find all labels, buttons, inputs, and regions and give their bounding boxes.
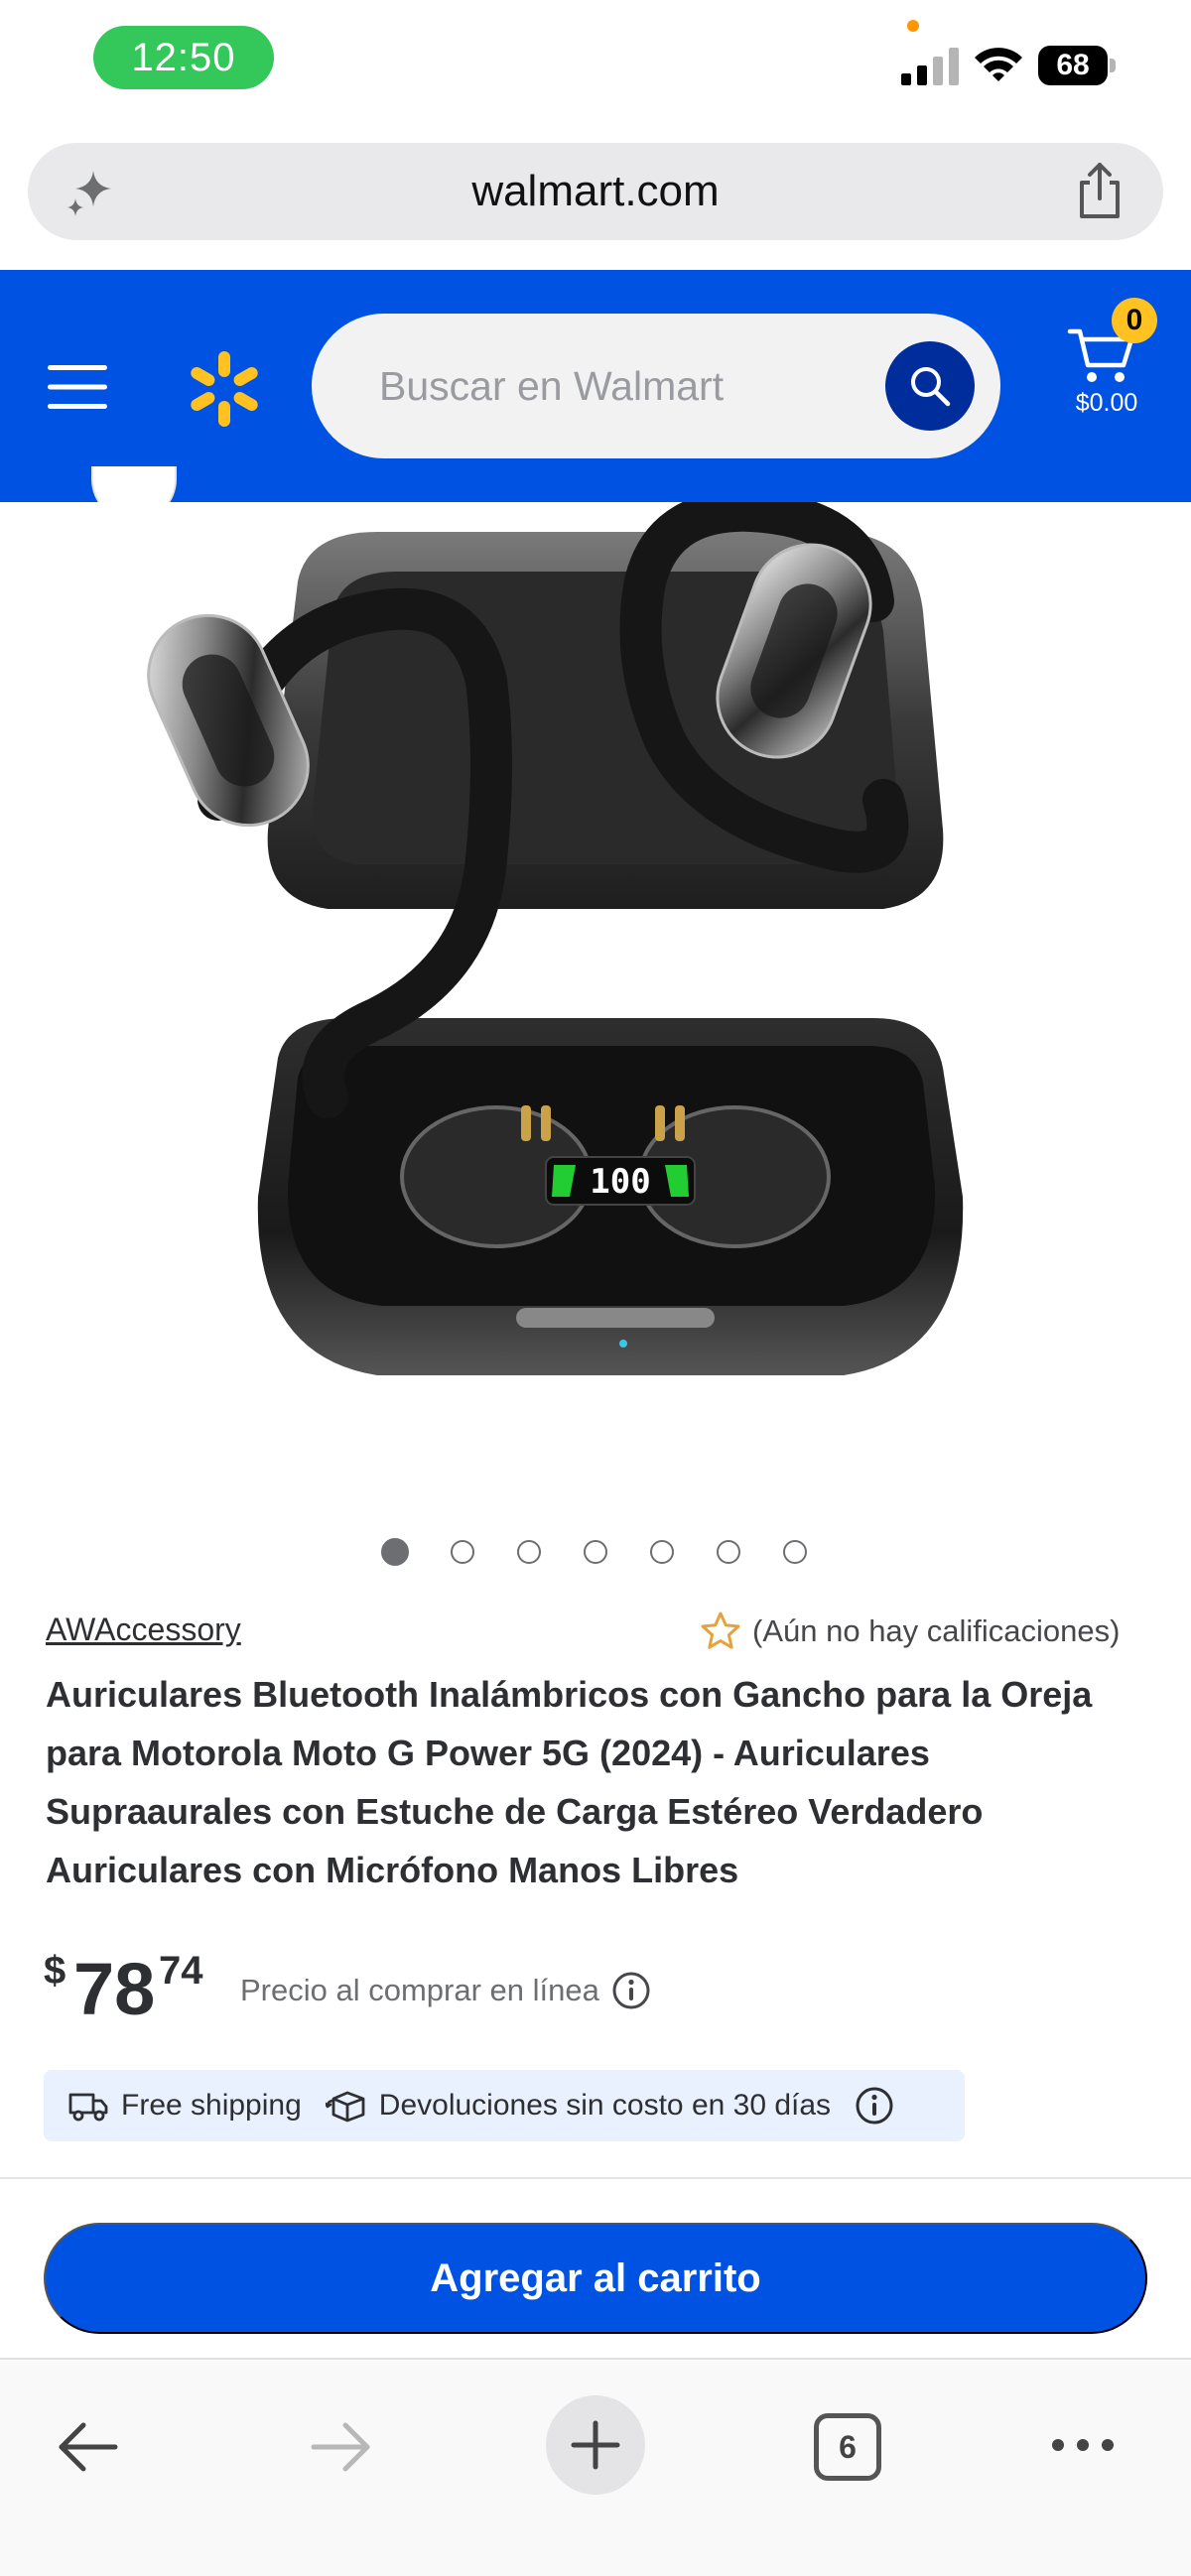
browser-toolbar: 6 (0, 2358, 1191, 2576)
carousel-dot[interactable] (717, 1540, 740, 1564)
new-tab-button[interactable] (546, 2395, 645, 2495)
carousel-dot[interactable] (650, 1540, 674, 1564)
address-bar[interactable]: walmart.com (28, 143, 1163, 240)
clock: 12:50 (93, 26, 274, 89)
status-bar: 12:50 68 (0, 0, 1191, 129)
cart-button[interactable]: 0 $0.00 (1062, 298, 1171, 437)
search-button[interactable] (885, 341, 975, 431)
privacy-indicator (907, 20, 919, 32)
tabs-button[interactable]: 6 (814, 2413, 881, 2481)
plus-icon (571, 2420, 620, 2470)
carousel-dot[interactable] (517, 1540, 541, 1564)
rating-summary[interactable]: (Aún no hay calificaciones) (699, 1610, 1120, 1653)
cart-total: $0.00 (1075, 389, 1138, 417)
info-icon[interactable] (611, 1971, 651, 2010)
search-icon (911, 367, 951, 407)
share-icon[interactable] (1072, 161, 1127, 220)
more-icon[interactable] (1048, 2435, 1118, 2455)
search-input[interactable]: Buscar en Walmart (312, 314, 1000, 458)
seller-link[interactable]: AWAccessory (46, 1611, 241, 1648)
carousel-dot[interactable] (451, 1540, 474, 1564)
price-note: Precio al comprar en línea (240, 1971, 651, 2010)
free-returns-text: Devoluciones sin costo en 30 días (378, 2089, 832, 2122)
free-returns-benefit: Devoluciones sin costo en 30 días (302, 2089, 831, 2123)
benefits-banner: Free shipping Devoluciones sin costo en … (44, 2070, 965, 2141)
info-icon[interactable] (855, 2086, 894, 2125)
product-image[interactable]: 100 (50, 502, 1141, 1484)
carousel-dot[interactable] (584, 1540, 607, 1564)
search-placeholder: Buscar en Walmart (379, 363, 725, 409)
cellular-signal-icon (901, 48, 959, 85)
battery-level: 68 (1038, 46, 1108, 85)
menu-icon[interactable] (46, 363, 109, 411)
price-currency: $ (44, 1949, 66, 1993)
return-box-icon (325, 2091, 365, 2123)
walmart-spark-icon[interactable] (185, 349, 264, 429)
star-outline-icon (701, 1611, 740, 1649)
image-carousel-dots (377, 1538, 814, 1568)
wifi-icon (975, 48, 1022, 81)
truck-icon (68, 2093, 108, 2122)
price-cents: 74 (159, 1949, 203, 1993)
rating-text: (Aún no hay calificaciones) (752, 1613, 1121, 1648)
price-note-text: Precio al comprar en línea (240, 1973, 599, 2007)
url-text: walmart.com (471, 167, 720, 215)
carousel-dot[interactable] (381, 1538, 409, 1566)
battery-icon: 68 (1038, 46, 1116, 85)
earbuds-illustration: 100 (147, 502, 964, 1375)
forward-arrow-icon[interactable] (310, 2419, 373, 2475)
battery-led-display: 100 (590, 1162, 650, 1202)
carousel-dot[interactable] (783, 1540, 807, 1564)
divider (0, 2177, 1191, 2179)
add-to-cart-button[interactable]: Agregar al carrito (44, 2223, 1147, 2334)
free-shipping-text: Free shipping (121, 2089, 302, 2122)
product-title: Auriculares Bluetooth Inalámbricos con G… (46, 1674, 1093, 1890)
price-dollars: 78 (73, 1948, 156, 2030)
back-arrow-icon[interactable] (56, 2419, 119, 2475)
free-shipping-benefit: Free shipping (44, 2089, 302, 2123)
cart-count-badge: 0 (1112, 298, 1157, 343)
